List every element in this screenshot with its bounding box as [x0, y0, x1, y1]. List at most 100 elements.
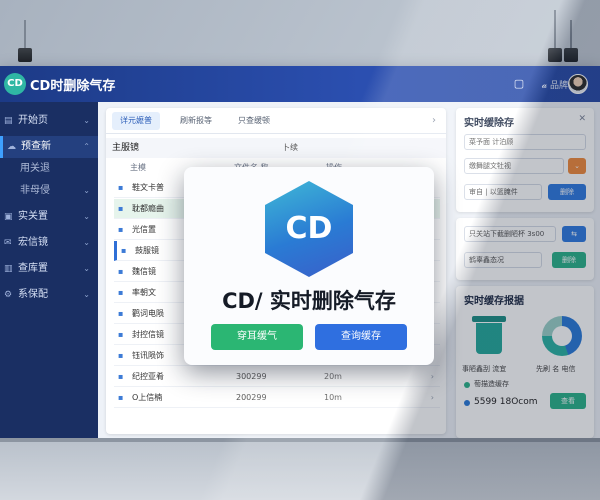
close-icon[interactable]: ✕	[578, 114, 586, 124]
sidebar-subitem[interactable]: 非母侵 ⌄	[0, 180, 98, 202]
chevron-right-icon[interactable]: ›	[431, 388, 434, 408]
file-icon: ▪	[118, 351, 124, 360]
tab-bar: 详元嬷普 刷新报等 只查缓顿 ›	[106, 108, 446, 134]
dropdown-icon[interactable]: ⌄	[568, 158, 586, 174]
legend-dot	[464, 382, 470, 388]
delete-button[interactable]: 删除	[548, 184, 586, 200]
section-header: 主服镜 卜续	[106, 138, 446, 158]
stat-label: 萄描造缓存	[474, 380, 509, 388]
row-duration: 20m	[324, 372, 342, 381]
row-name: 纪控亚肴	[132, 372, 164, 381]
file-icon: ▪	[118, 267, 124, 276]
settings-icon: ⚙	[4, 290, 13, 300]
sidebar-item-preview[interactable]: ☁ 预查新 ⌃	[0, 136, 98, 158]
file-icon: ▪	[118, 225, 124, 234]
sidebar-item-label: 宏信镜	[18, 237, 48, 248]
purge-panel: 实时缓除存 ✕ 菜予面 计泊顾 缴舞腿文牡视 ⌄ 审自 | 以篮腌件 删除	[456, 108, 594, 212]
chart-icon: ▥	[4, 264, 13, 274]
chevron-right-icon[interactable]: ›	[431, 367, 434, 387]
file-icon: ▪	[118, 288, 124, 297]
stat-label: 事陋鑫刮 流宜	[462, 365, 507, 373]
cloud-icon: ☁	[7, 142, 16, 152]
type-select[interactable]: 缴舞腿文牡视	[464, 158, 564, 174]
donut-chart-icon	[542, 316, 582, 356]
section-extra: 卜续	[282, 143, 298, 152]
stat-label: 先刷 名 电信	[536, 365, 576, 373]
sidebar-item-label: 开始页	[18, 115, 48, 126]
file-icon: ▪	[118, 393, 124, 402]
document-icon: ▤	[4, 116, 13, 126]
floor	[0, 438, 600, 500]
view-button[interactable]: 查看	[550, 393, 586, 409]
refresh-icon[interactable]: ▢	[512, 77, 526, 91]
row-name: 魏信镜	[132, 267, 156, 276]
row-duration: 10m	[324, 393, 342, 402]
app-logo: CD	[4, 73, 26, 95]
batch-panel: 只关站下截删陋杯 3s00 ⇆ 鹤辜鑫态况 删除	[456, 218, 594, 280]
chevron-down-icon: ⌄	[83, 186, 90, 195]
file-icon: ▪	[118, 183, 124, 192]
query-button[interactable]: 查询缓存	[315, 324, 407, 350]
row-name: O上信楠	[132, 393, 163, 402]
file-icon: ▪	[118, 372, 124, 381]
top-bar: CD CD时删除气存 ▢ 𝓪 品牌	[0, 66, 600, 102]
section-title: 主服镜	[112, 143, 140, 153]
sidebar-item-label: 非母侵	[20, 185, 50, 196]
delete-button[interactable]: 删除	[552, 252, 586, 268]
sidebar-item-label: 系保配	[18, 289, 48, 300]
sidebar-item-system[interactable]: ⚙ 系保配 ⌄	[0, 284, 98, 306]
url-input[interactable]: 菜予面 计泊顾	[464, 134, 586, 150]
sidebar-item-info[interactable]: ✉ 宏信镜 ⌄	[0, 232, 98, 254]
table-row[interactable]: ▪ O上信楠 200299 10m ›	[114, 388, 440, 408]
row-name: 钰讯陨饰	[132, 351, 164, 360]
table-row[interactable]: ▪ 纪控亚肴 300299 20m ›	[114, 367, 440, 387]
chevron-down-icon: ⌄	[83, 290, 90, 299]
server-icon: ▣	[4, 212, 13, 222]
trash-icon	[472, 316, 506, 354]
sidebar-item-start[interactable]: ▤ 开始页 ⌄	[0, 110, 98, 132]
tab-refresh[interactable]: 刷新报等	[172, 112, 220, 130]
chevron-down-icon: ⌄	[83, 238, 90, 247]
sidebar-subitem[interactable]: 用关退	[0, 158, 98, 180]
chevron-up-icon: ⌃	[83, 142, 90, 151]
dialog-logo-text: CD	[285, 211, 333, 246]
link-icon[interactable]: ⇆	[562, 226, 586, 242]
confirm-button[interactable]: 穿耳缓气	[211, 324, 303, 350]
chevron-down-icon: ⌄	[83, 264, 90, 273]
legend-dot	[464, 400, 470, 406]
right-column: 实时缓除存 ✕ 菜予面 计泊顾 缴舞腿文牡视 ⌄ 审自 | 以篮腌件 删除 只关…	[450, 102, 600, 438]
dialog-title: CD/ 实时删除气存	[222, 289, 396, 313]
sidebar-item-label: 查库置	[18, 263, 48, 274]
status-input[interactable]: 鹤辜鑫态况	[464, 252, 542, 268]
sidebar-item-config[interactable]: ▣ 实关置 ⌄	[0, 206, 98, 228]
batch-input[interactable]: 只关站下截删陋杯 3s00	[464, 226, 556, 242]
hanging-clip	[548, 10, 562, 62]
sidebar-item-label: 用关退	[20, 163, 50, 174]
hanging-clip	[564, 20, 578, 64]
column-header: 主模	[130, 163, 146, 172]
sidebar-item-label: 预查新	[21, 141, 51, 152]
sidebar-item-label: 实关置	[18, 211, 48, 222]
app-title: CD时删除气存	[30, 79, 116, 94]
panel-title: 实时缓除存	[464, 118, 514, 129]
tab-details[interactable]: 详元嬷普	[112, 112, 160, 130]
chevron-right-icon[interactable]: ›	[432, 112, 436, 130]
row-name: 率朝文	[132, 288, 156, 297]
avatar[interactable]	[568, 74, 588, 94]
sidebar-item-query[interactable]: ▥ 查库置 ⌄	[0, 258, 98, 280]
sidebar: ▤ 开始页 ⌄ ☁ 预查新 ⌃ 用关退 非母侵 ⌄ ▣ 实关置 ⌄ ✉ 宏信镜 …	[0, 102, 98, 438]
user-name[interactable]: 𝓪 品牌	[542, 78, 568, 91]
chevron-down-icon: ⌄	[83, 212, 90, 221]
file-icon: ▪	[118, 309, 124, 318]
panel-title: 实时缓存报据	[464, 296, 524, 307]
row-name: 鞋文卡普	[132, 183, 164, 192]
mail-icon: ✉	[4, 238, 12, 248]
file-icon: ▪	[118, 204, 124, 213]
row-name: 耽都瘾曲	[132, 204, 164, 213]
tab-cache[interactable]: 只查缓顿	[230, 112, 278, 130]
file-input[interactable]: 审自 | 以篮腌件	[464, 184, 542, 200]
stat-value: 5599 18Ocom	[474, 397, 538, 407]
row-value: 200299	[236, 393, 267, 402]
chevron-down-icon: ⌄	[83, 116, 90, 125]
row-name: 封控信镜	[132, 330, 164, 339]
